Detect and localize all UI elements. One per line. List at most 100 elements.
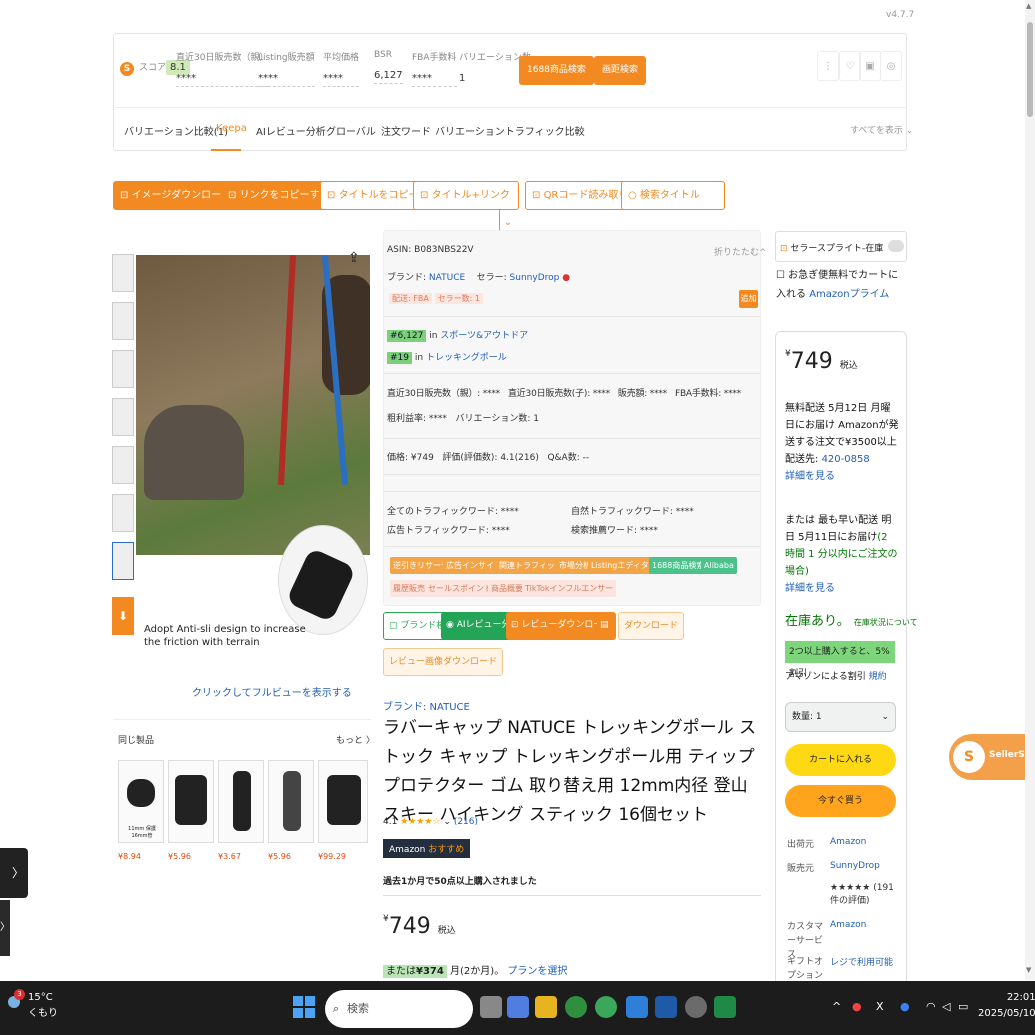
- metrics-row-1: 直近30日販売数（親）: **** 直近30日販売数(子): **** 販売額:…: [387, 389, 741, 399]
- excel-icon[interactable]: ▤: [597, 612, 613, 640]
- battery-icon[interactable]: ▭: [958, 1000, 968, 1013]
- metrics-row-2: 粗利益率: **** バリエーション数: 1: [387, 414, 539, 424]
- side-widget-expand[interactable]: 〉: [0, 848, 28, 898]
- star-rating: ★★★★☆: [400, 817, 441, 827]
- excel-app-icon[interactable]: [714, 996, 736, 1018]
- wifi-icon[interactable]: ◠: [926, 1000, 936, 1013]
- settings-app-icon[interactable]: [685, 996, 707, 1018]
- similar-card[interactable]: [218, 760, 264, 843]
- full-view-link[interactable]: クリックしてフルビューを表示する: [192, 684, 352, 699]
- more-icon[interactable]: ⋮: [817, 51, 839, 81]
- thumbnail-5[interactable]: [112, 446, 134, 484]
- tab-keepa[interactable]: Keepa: [216, 123, 247, 134]
- tray-drop-icon[interactable]: ●: [900, 1000, 910, 1013]
- photos-icon[interactable]: [655, 996, 677, 1018]
- cs-value[interactable]: Amazon: [830, 920, 866, 930]
- title-link-button[interactable]: ⊡ タイトル+リンク ⌄: [413, 181, 519, 236]
- quantity-select[interactable]: 数量: 1 ⌄: [785, 702, 896, 732]
- share-icon[interactable]: ⇪: [348, 250, 364, 266]
- metrics-row-3: 価格: ¥749 評価(評価数): 4.1(216) Q&A数: --: [387, 453, 590, 463]
- main-product-image[interactable]: Adopt Anti-sli design to increase the fri…: [136, 255, 370, 650]
- ship-from-label: 出荷元: [787, 840, 815, 850]
- search-1688-button[interactable]: 1688商品検索: [519, 56, 594, 85]
- brand-link[interactable]: ブランド: NATUCE: [383, 698, 470, 713]
- thumbnail-1[interactable]: [112, 254, 134, 292]
- file-explorer-icon[interactable]: [535, 996, 557, 1018]
- tool-tag[interactable]: 1688商品検索: [649, 557, 708, 574]
- plan-link[interactable]: プランを選択: [507, 966, 567, 977]
- taskbar-search[interactable]: ⌕ 検索: [325, 990, 473, 1028]
- tab-global[interactable]: グローバル: [326, 123, 376, 138]
- stat-avgprice: 平均価格 ****: [323, 50, 360, 87]
- prime-checkbox[interactable]: ☐ お急ぎ便無料でカートに入れる Amazonプライム: [776, 266, 906, 304]
- thumbnail-3[interactable]: [112, 350, 134, 388]
- similar-more-link[interactable]: もっと 〉: [336, 733, 375, 746]
- windows-start-icon[interactable]: [293, 996, 315, 1018]
- chrome-icon[interactable]: [565, 996, 587, 1018]
- download-icon[interactable]: ⬇: [112, 597, 134, 635]
- sellersprite-floating-button[interactable]: SSellerSprite: [949, 734, 1035, 780]
- tray-chevron-icon[interactable]: ^: [832, 1000, 841, 1013]
- scroll-up-icon[interactable]: ▲: [1026, 2, 1031, 10]
- tool-tag[interactable]: Alibaba: [701, 557, 737, 574]
- tab-variation-traffic[interactable]: バリエーショントラフィック比較: [435, 123, 585, 138]
- clock[interactable]: 22:01 2025/05/10: [978, 990, 1035, 1022]
- thumbnail-6[interactable]: [112, 494, 134, 532]
- seller-value[interactable]: SunnyDrop: [830, 861, 880, 871]
- copy-title-button[interactable]: ⊡ タイトルをコピー: [320, 181, 426, 210]
- show-all-link[interactable]: すべてを表示 ⌄: [850, 123, 913, 136]
- details-link[interactable]: 詳細を見る: [785, 583, 835, 594]
- tab-order-words[interactable]: 注文ワード: [381, 123, 431, 138]
- download-button[interactable]: ダウンロード: [618, 612, 685, 640]
- sellersprite-logo-icon: S: [120, 62, 134, 76]
- traffic-ad: 広告トラフィックワード: ****: [387, 526, 510, 536]
- side-widget-2[interactable]: 〉: [0, 900, 10, 956]
- tab-ai-review[interactable]: AIレビュー分析: [256, 123, 326, 138]
- qr-code-button[interactable]: ⊡ QRコード読み取り: [525, 181, 636, 210]
- tool-tag[interactable]: 商品概要: [488, 580, 526, 597]
- copilot-icon[interactable]: [507, 996, 529, 1018]
- image-search-button[interactable]: 画距検索: [594, 56, 647, 85]
- sold-count: 過去1か月で50点以上購入されました: [383, 877, 537, 887]
- tool-tag[interactable]: セールスポイント: [425, 580, 495, 597]
- asin-label: ASIN: B083NBS22V: [387, 245, 474, 255]
- scrollbar[interactable]: [1025, 0, 1035, 980]
- weather-widget[interactable]: 15°C くもり: [28, 990, 58, 1022]
- search-title-button[interactable]: ○ 検索タイトル: [621, 181, 725, 210]
- stock-status: 在庫あり。 在庫状況について: [785, 614, 918, 629]
- tool-tag[interactable]: TikTokインフルエンサー: [522, 580, 617, 597]
- similar-card[interactable]: 11mm 保護 16mm管: [118, 760, 164, 843]
- image-download-button[interactable]: ⊡ イメージダウンロード: [113, 181, 239, 210]
- chrome-profile-icon[interactable]: [595, 996, 617, 1018]
- tray-x-icon[interactable]: X: [876, 1000, 884, 1013]
- add-to-cart-button[interactable]: カートに入れる: [785, 744, 896, 776]
- thumbnail-7[interactable]: [112, 542, 134, 580]
- tool-tag[interactable]: 履歴販売: [390, 580, 428, 597]
- export-icon[interactable]: ▣: [859, 51, 881, 81]
- details-link[interactable]: 詳細を見る: [785, 471, 835, 482]
- buy-now-button[interactable]: 今すぐ買う: [785, 785, 896, 817]
- similar-card[interactable]: [268, 760, 314, 843]
- volume-icon[interactable]: ◁: [942, 1000, 950, 1013]
- delivery-info-1: 無料配送 5月12日 月曜日にお届け Amazonが発送する注文で¥3500以上…: [785, 403, 899, 482]
- heart-icon[interactable]: ♡: [839, 51, 861, 81]
- tray-app-icon[interactable]: ●: [852, 1000, 862, 1013]
- thumbnail-2[interactable]: [112, 302, 134, 340]
- thumbnail-4[interactable]: [112, 398, 134, 436]
- review-image-download-button[interactable]: レビュー画像ダウンロード: [383, 648, 504, 676]
- app-icon[interactable]: [626, 996, 648, 1018]
- toggle-switch[interactable]: [888, 240, 904, 252]
- settings-icon[interactable]: ◎: [880, 51, 902, 81]
- scroll-down-icon[interactable]: ▼: [1026, 966, 1031, 974]
- similar-card[interactable]: [168, 760, 214, 843]
- ship-from-value[interactable]: Amazon: [830, 837, 866, 847]
- tab-variation-compare[interactable]: バリエーション比較(1): [124, 123, 228, 138]
- rating-row[interactable]: 4.1 ★★★★☆ ⌄ (216): [383, 817, 478, 827]
- stat-bsr: BSR 6,127: [374, 50, 403, 84]
- collapse-button[interactable]: 折りたたむ^: [714, 245, 767, 258]
- add-button[interactable]: 追加: [739, 290, 758, 308]
- task-view-icon[interactable]: [480, 996, 502, 1018]
- gift-value[interactable]: レジで利用可能: [830, 955, 893, 968]
- similar-card[interactable]: [318, 760, 368, 843]
- scrollbar-thumb[interactable]: [1027, 22, 1033, 117]
